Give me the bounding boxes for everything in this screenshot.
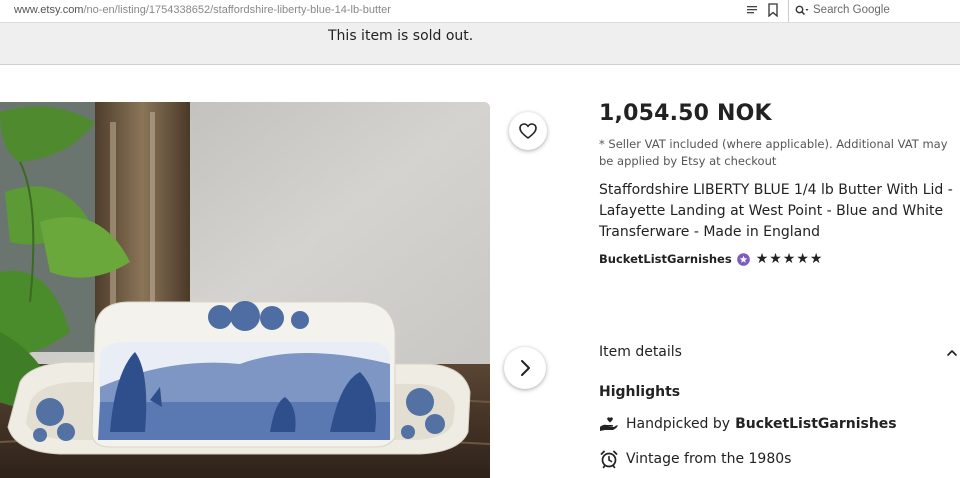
reader-view-icon[interactable] xyxy=(746,4,758,16)
address-bar[interactable]: www.etsy.com/no-en/listing/1754338652/st… xyxy=(14,4,391,16)
highlight-vintage: Vintage from the 1980s xyxy=(599,449,791,469)
butter-dish-photo xyxy=(0,102,490,478)
url-host: www.etsy.com xyxy=(14,4,84,16)
favorite-button[interactable] xyxy=(509,112,547,150)
vat-note: * Seller VAT included (where applicable)… xyxy=(599,137,948,168)
vintage-text: Vintage from the 1980s xyxy=(626,451,792,467)
star-seller-badge-icon xyxy=(736,252,750,266)
browser-toolbar: www.etsy.com/no-en/listing/1754338652/st… xyxy=(0,0,960,23)
heart-icon xyxy=(519,123,537,139)
chevron-up-icon[interactable] xyxy=(946,347,958,359)
item-details-toggle[interactable]: Item details xyxy=(599,344,682,360)
highlights-heading: Highlights xyxy=(599,384,681,400)
rating-stars[interactable]: ★★★★★ xyxy=(756,252,824,266)
sold-out-text: This item is sold out. xyxy=(328,28,474,44)
handpicked-prefix: Handpicked by xyxy=(626,416,731,432)
shop-info: BucketListGarnishes ★★★★★ xyxy=(599,251,823,267)
handpicked-shop-link[interactable]: BucketListGarnishes xyxy=(735,416,897,432)
alarm-clock-icon xyxy=(600,450,618,469)
sold-out-banner: This item is sold out. xyxy=(0,23,960,65)
search-icon xyxy=(795,5,809,16)
shop-name-link[interactable]: BucketListGarnishes xyxy=(599,252,732,266)
search-placeholder: Search Google xyxy=(813,4,890,16)
chevron-right-icon xyxy=(521,360,530,376)
url-path: /no-en/listing/1754338652/staffordshire-… xyxy=(83,4,391,16)
next-image-button[interactable] xyxy=(504,347,546,389)
highlight-handpicked: Handpicked by BucketListGarnishes xyxy=(599,414,897,434)
hand-icon xyxy=(600,417,618,431)
product-image[interactable] xyxy=(0,102,490,478)
search-google-input[interactable]: Search Google xyxy=(788,0,960,22)
bookmark-icon[interactable] xyxy=(767,3,779,17)
listing-title: Staffordshire LIBERTY BLUE 1/4 lb Butter… xyxy=(599,182,953,240)
price: 1,054.50 NOK xyxy=(599,101,772,126)
